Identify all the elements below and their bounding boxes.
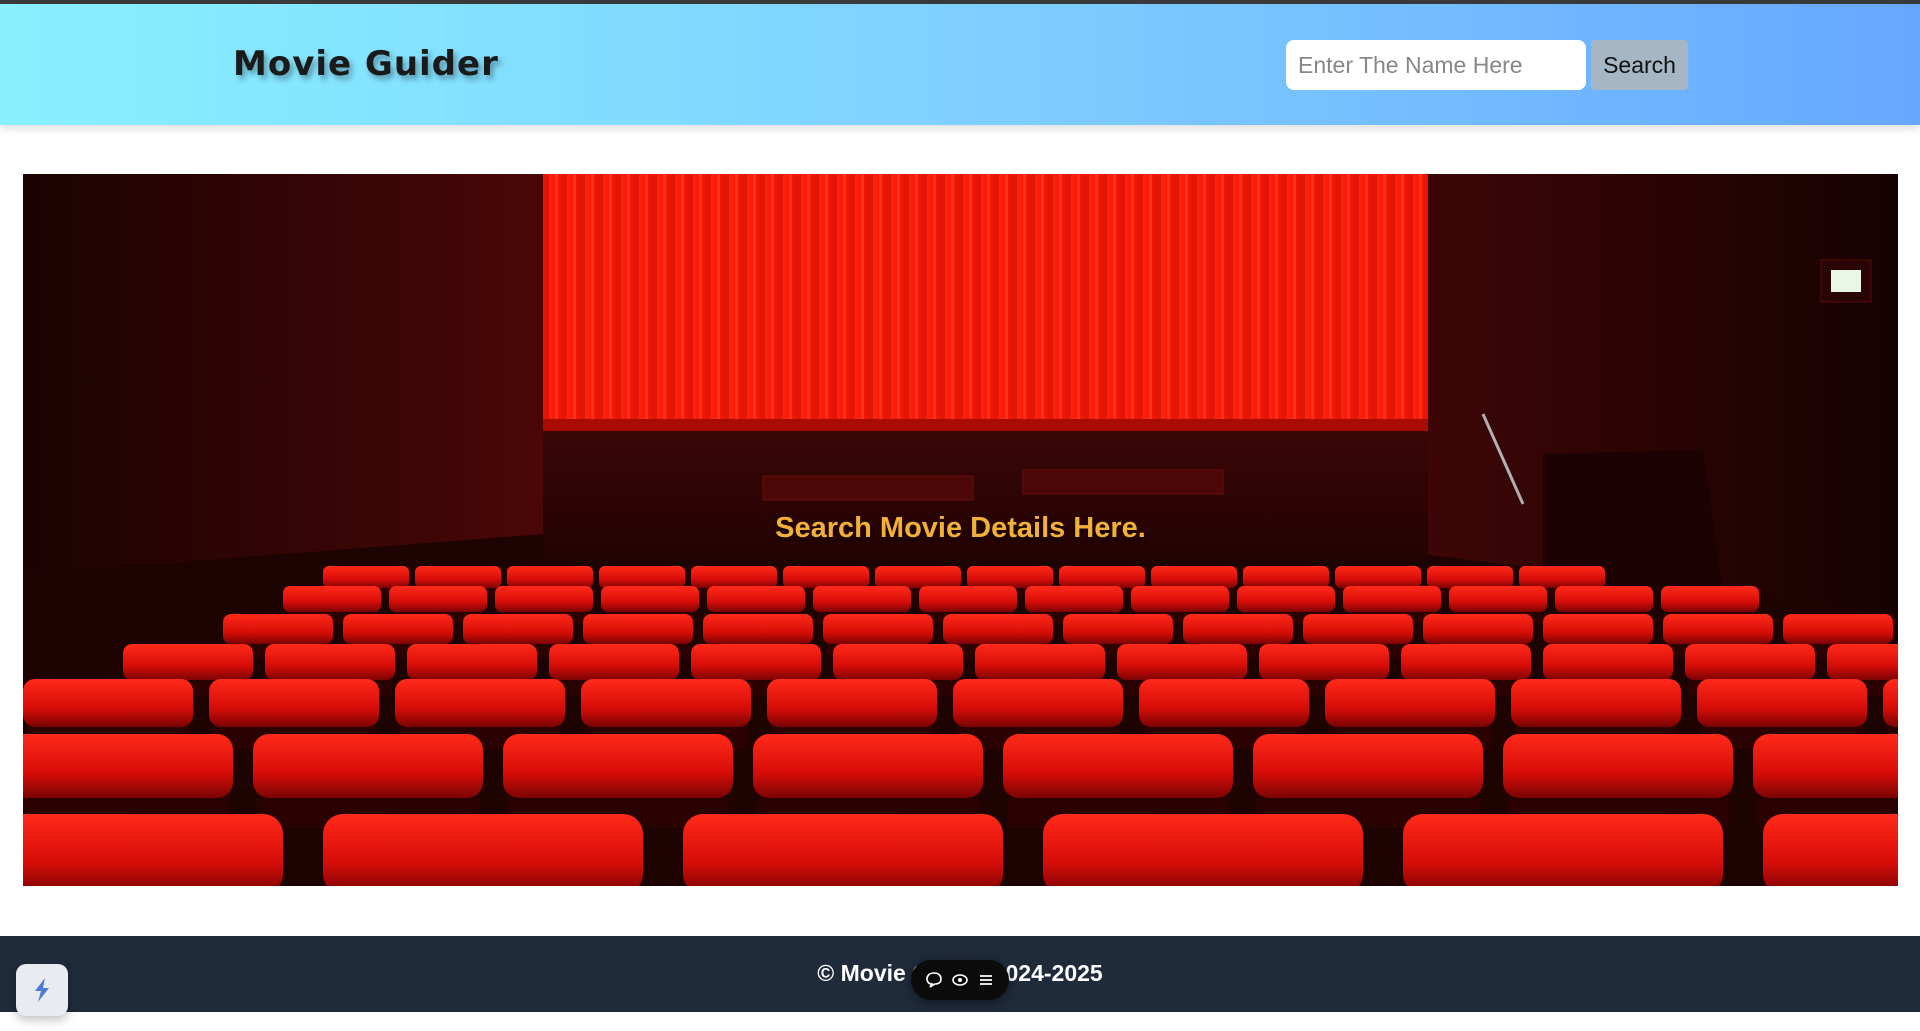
hero-title: Search Movie Details Here. [775,512,1146,544]
cinema-seat [1543,614,1653,644]
cinema-seat [23,814,283,886]
cinema-seat [1827,644,1898,680]
cinema-seat [1519,566,1605,588]
cinema-seat [691,644,821,680]
cinema-seat [919,586,1017,612]
cinema-seat [1335,566,1421,588]
cinema-seat [691,566,777,588]
cinema-seat [223,614,333,644]
cinema-seat [323,814,643,886]
menu-icon[interactable] [975,969,997,991]
cinema-seat [1003,734,1233,798]
cinema-seat [343,614,453,644]
cinema-seat [507,566,593,588]
comment-icon[interactable] [923,969,945,991]
cinema-seat [1139,679,1309,727]
cinema-seat [1783,614,1893,644]
cinema-seat [23,679,193,727]
lightning-logo-icon [35,978,49,1002]
cinema-seat [283,586,381,612]
eye-icon[interactable] [949,969,971,991]
cinema-seat [495,586,593,612]
cinema-seat [1151,566,1237,588]
cinema-seat [1423,614,1533,644]
cinema-seat [407,644,537,680]
cinema-seat [549,644,679,680]
cinema-seat [1427,566,1513,588]
cinema-seat [1117,644,1247,680]
cinema-seat [323,566,409,588]
cinema-seat [1183,614,1293,644]
search-form: Search [1286,40,1688,90]
cinema-seat [209,679,379,727]
cinema-seat [943,614,1053,644]
cinema-seat [1511,679,1681,727]
cinema-seat [1543,644,1673,680]
cinema-seat [1043,814,1363,886]
cinema-seat [1131,586,1229,612]
cinema-seat [767,679,937,727]
brand-logo-text[interactable]: Movie Guider [233,44,499,84]
search-input[interactable] [1286,40,1586,90]
cinema-seat [1059,566,1145,588]
cinema-seat [823,614,933,644]
cinema-seat [703,614,813,644]
cinema-seat [1555,586,1653,612]
cinema-seat [1685,644,1815,680]
hero-banner: Search Movie Details Here. [23,174,1898,886]
cinema-seat [813,586,911,612]
cinema-seat [1753,734,1898,798]
floating-toolbar [911,960,1009,1000]
cinema-seat [415,566,501,588]
cinema-seat [1449,586,1547,612]
cinema-seat [707,586,805,612]
cinema-seat [463,614,573,644]
cinema-seat [1661,586,1759,612]
cinema-seat [1401,644,1531,680]
cinema-seat [601,586,699,612]
cinema-seat [1303,614,1413,644]
site-header: Movie Guider Search [0,4,1920,125]
cinema-seat [1253,734,1483,798]
cinema-seat [583,614,693,644]
cinema-seat [1763,814,1898,886]
cinema-seat [1503,734,1733,798]
cinema-seat [975,644,1105,680]
cinema-seat [599,566,685,588]
cinema-seat [1697,679,1867,727]
cinema-seat [953,679,1123,727]
cinema-seat [753,734,983,798]
cinema-seat [683,814,1003,886]
cinema-seat [1243,566,1329,588]
cinema-seat [503,734,733,798]
cinema-seat [123,644,253,680]
cinema-seat [1883,679,1898,727]
cinema-seat [833,644,963,680]
cinema-seat [1663,614,1773,644]
cinema-seat [23,734,233,798]
corner-widget[interactable] [16,964,68,1016]
cinema-seat [389,586,487,612]
cinema-seat [1063,614,1173,644]
cinema-seat [581,679,751,727]
cinema-seat [1025,586,1123,612]
cinema-seat [1325,679,1495,727]
cinema-seat [395,679,565,727]
cinema-seat [1259,644,1389,680]
cinema-seat [783,566,869,588]
cinema-seat [875,566,961,588]
cinema-seat [967,566,1053,588]
cinema-seat [1403,814,1723,886]
cinema-seat [253,734,483,798]
search-button[interactable]: Search [1591,40,1688,90]
cinema-seat [265,644,395,680]
cinema-seat [1237,586,1335,612]
cinema-seat [1343,586,1441,612]
